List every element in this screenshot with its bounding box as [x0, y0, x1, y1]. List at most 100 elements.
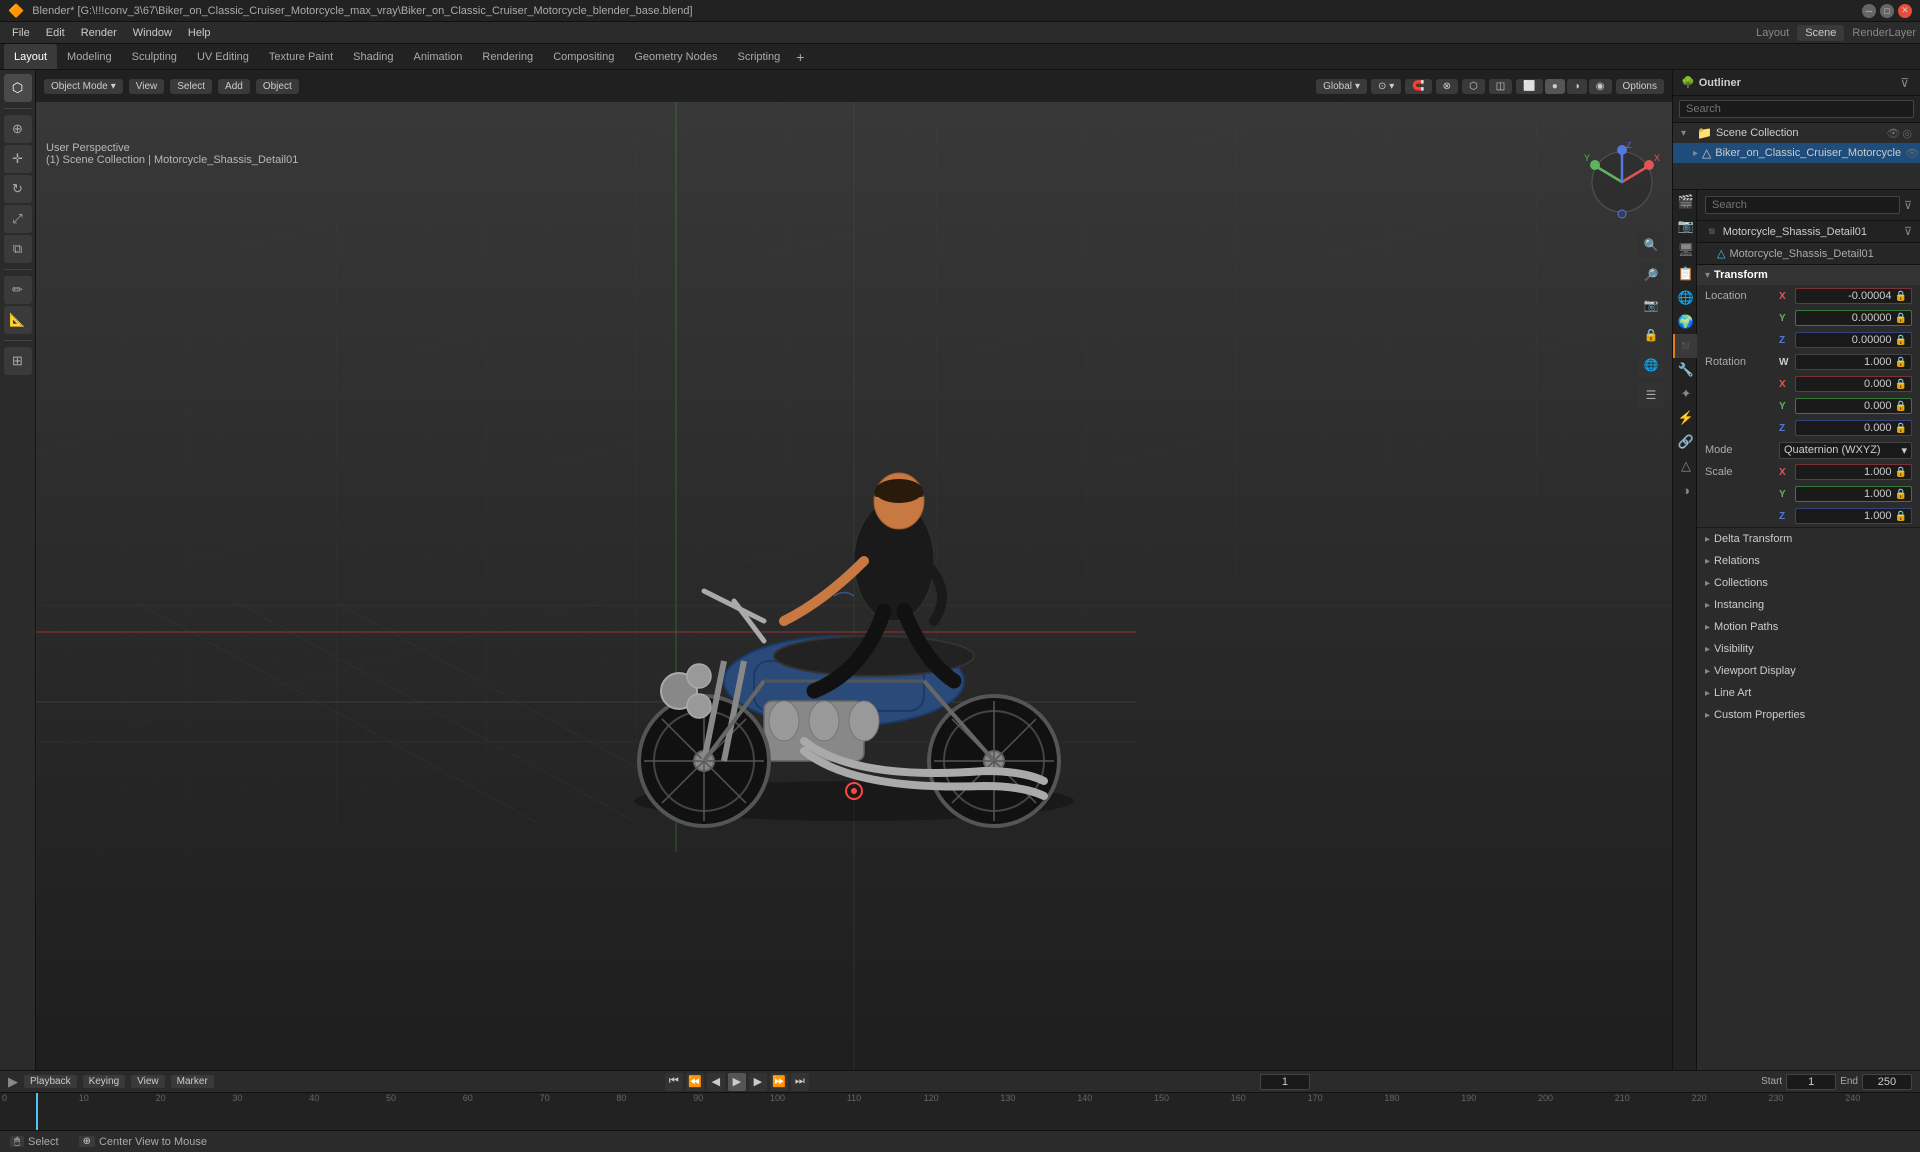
prop-tab-modifier[interactable]: 🔧	[1673, 358, 1697, 382]
tab-rendering[interactable]: Rendering	[472, 44, 543, 69]
tab-layout[interactable]: Layout	[4, 44, 57, 69]
scale-z-lock[interactable]: 🔒	[1895, 511, 1907, 522]
tab-sculpting[interactable]: Sculpting	[122, 44, 187, 69]
rotation-w-field[interactable]: 1.000 🔒	[1795, 354, 1912, 370]
viewport[interactable]: Object Mode ▾ View Select Add Object Glo…	[36, 70, 1672, 1070]
prop-tab-scene[interactable]: 🎬	[1673, 190, 1697, 214]
delta-transform-section[interactable]: ▸ Delta Transform	[1697, 528, 1920, 550]
current-frame-field[interactable]: 1	[1260, 1074, 1310, 1090]
rotation-mode-field[interactable]: Quaternion (WXYZ) ▾	[1779, 442, 1912, 459]
jump-end-btn[interactable]: ⏭	[791, 1073, 809, 1091]
prop-tab-object-data[interactable]: △	[1673, 454, 1697, 478]
prop-tab-material[interactable]: ◑	[1673, 478, 1697, 502]
mode-selector[interactable]: Object Mode ▾	[44, 79, 123, 94]
tab-animation[interactable]: Animation	[404, 44, 473, 69]
outliner-sub-eye-btn[interactable]: 👁	[1905, 147, 1919, 160]
menu-window[interactable]: Window	[125, 25, 180, 41]
rotation-z-field[interactable]: 0.000 🔒	[1795, 420, 1912, 436]
overlay-btn[interactable]: ⬡	[1462, 79, 1485, 94]
scale-y-lock[interactable]: 🔒	[1895, 489, 1907, 500]
tab-shading[interactable]: Shading	[343, 44, 403, 69]
prop-tab-scene-settings[interactable]: 🌐	[1673, 286, 1697, 310]
outliner-bike-item[interactable]: ▸ △ Biker_on_Classic_Cruiser_Motorcycle …	[1673, 143, 1920, 163]
location-y-field[interactable]: 0.00000 🔒	[1795, 310, 1912, 326]
prop-tab-object[interactable]: ◾	[1673, 334, 1697, 358]
prop-tab-constraints[interactable]: 🔗	[1673, 430, 1697, 454]
rotation-x-lock[interactable]: 🔒	[1895, 379, 1907, 390]
tab-uv-editing[interactable]: UV Editing	[187, 44, 259, 69]
outliner-filter-btn[interactable]: ⊽	[1897, 75, 1912, 91]
maximize-button[interactable]: □	[1880, 4, 1894, 18]
timeline-type-icon[interactable]: ▶	[8, 1074, 18, 1090]
next-frame-btn[interactable]: ▶	[749, 1073, 767, 1091]
location-x-lock[interactable]: 🔒	[1895, 291, 1907, 302]
menu-file[interactable]: File	[4, 25, 38, 41]
properties-filter-icon[interactable]: ⊽	[1904, 199, 1912, 212]
prop-tab-output[interactable]: 🖥	[1673, 238, 1697, 262]
view-btn[interactable]: View	[131, 1075, 165, 1088]
shading-material[interactable]: ◑	[1567, 79, 1587, 94]
scale-x-lock[interactable]: 🔒	[1895, 467, 1907, 478]
tab-modeling[interactable]: Modeling	[57, 44, 122, 69]
line-art-section[interactable]: ▸ Line Art	[1697, 682, 1920, 704]
tab-compositing[interactable]: Compositing	[543, 44, 624, 69]
prev-keyframe-btn[interactable]: ⏪	[686, 1073, 704, 1091]
timeline-scrubber[interactable]: 0102030405060708090100110120130140150160…	[0, 1093, 1920, 1130]
scale-y-field[interactable]: 1.000 🔒	[1795, 486, 1912, 502]
zoom-in-btn[interactable]: 🔍	[1638, 232, 1664, 258]
visibility-section[interactable]: ▸ Visibility	[1697, 638, 1920, 660]
location-z-lock[interactable]: 🔒	[1895, 335, 1907, 346]
tool-measure[interactable]: 📐	[4, 306, 32, 334]
menu-help[interactable]: Help	[180, 25, 219, 41]
zoom-out-btn[interactable]: 🔎	[1638, 262, 1664, 288]
tool-move[interactable]: ✛	[4, 145, 32, 173]
properties-search-input[interactable]	[1705, 196, 1900, 214]
start-frame-field[interactable]: 1	[1786, 1074, 1836, 1090]
tool-select[interactable]: ⬡	[4, 74, 32, 102]
object-name-filter-icon[interactable]: ⊽	[1904, 225, 1912, 238]
end-frame-field[interactable]: 250	[1862, 1074, 1912, 1090]
viewport-gizmo[interactable]: X Y Z	[1582, 142, 1662, 222]
location-x-field[interactable]: -0.00004 🔒	[1795, 288, 1912, 304]
tool-add[interactable]: ⊞	[4, 347, 32, 375]
relations-section[interactable]: ▸ Relations	[1697, 550, 1920, 572]
lock-view-btn[interactable]: 🔒	[1638, 322, 1664, 348]
rotation-w-lock[interactable]: 🔒	[1895, 357, 1907, 368]
scale-x-field[interactable]: 1.000 🔒	[1795, 464, 1912, 480]
motion-paths-section[interactable]: ▸ Motion Paths	[1697, 616, 1920, 638]
face-sets-btn[interactable]: ☰	[1638, 382, 1664, 408]
camera-btn[interactable]: 📷	[1638, 292, 1664, 318]
xray-btn[interactable]: ◫	[1489, 79, 1512, 94]
custom-properties-section[interactable]: ▸ Custom Properties	[1697, 704, 1920, 726]
viewport-select-btn[interactable]: Select	[170, 79, 212, 94]
tool-rotate[interactable]: ↻	[4, 175, 32, 203]
rotation-z-lock[interactable]: 🔒	[1895, 423, 1907, 434]
tool-annotate[interactable]: ✏	[4, 276, 32, 304]
add-tab-button[interactable]: +	[790, 49, 810, 65]
prop-tab-particles[interactable]: ✦	[1673, 382, 1697, 406]
tool-scale[interactable]: ⤢	[4, 205, 32, 233]
jump-start-btn[interactable]: ⏮	[665, 1073, 683, 1091]
instancing-section[interactable]: ▸ Instancing	[1697, 594, 1920, 616]
keying-btn[interactable]: Keying	[83, 1075, 126, 1088]
prev-frame-btn[interactable]: ◀	[707, 1073, 725, 1091]
tab-scripting[interactable]: Scripting	[727, 44, 790, 69]
minimize-button[interactable]: ─	[1862, 4, 1876, 18]
menu-edit[interactable]: Edit	[38, 25, 73, 41]
tool-transform[interactable]: ⧉	[4, 235, 32, 263]
outliner-restrict-btn[interactable]: ◎	[1902, 127, 1912, 140]
location-y-lock[interactable]: 🔒	[1895, 313, 1907, 324]
viewport-view-btn[interactable]: View	[129, 79, 165, 94]
prop-tab-world[interactable]: 🌍	[1673, 310, 1697, 334]
rotation-x-field[interactable]: 0.000 🔒	[1795, 376, 1912, 392]
viewport-display-section[interactable]: ▸ Viewport Display	[1697, 660, 1920, 682]
world-view-btn[interactable]: 🌐	[1638, 352, 1664, 378]
transform-section-header[interactable]: ▾ Transform	[1697, 265, 1920, 285]
shading-wireframe[interactable]: ⬜	[1516, 79, 1542, 94]
pivot-point[interactable]: ⊙ ▾	[1371, 79, 1401, 94]
prop-tab-render[interactable]: 📷	[1673, 214, 1697, 238]
tab-geometry-nodes[interactable]: Geometry Nodes	[624, 44, 727, 69]
tool-cursor[interactable]: ⊕	[4, 115, 32, 143]
viewport-canvas[interactable]: User Perspective (1) Scene Collection | …	[36, 102, 1672, 1070]
next-keyframe-btn[interactable]: ⏩	[770, 1073, 788, 1091]
